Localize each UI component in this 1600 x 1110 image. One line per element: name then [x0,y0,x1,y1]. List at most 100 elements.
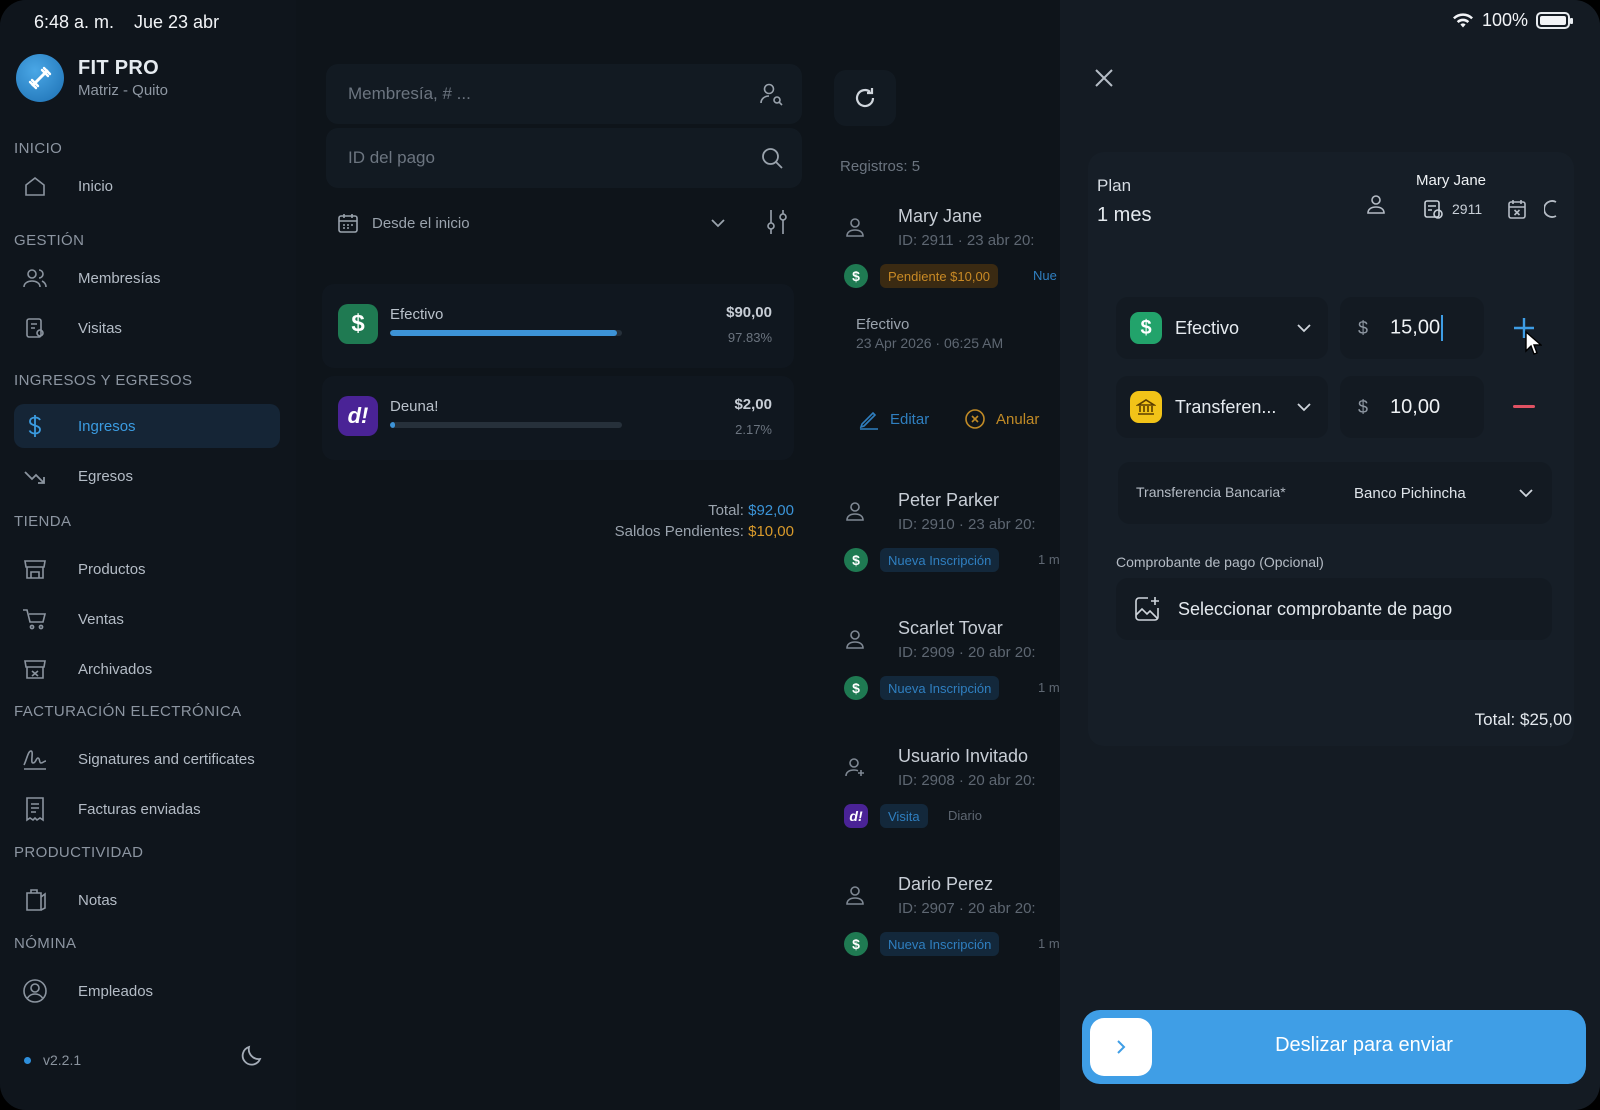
payment-method-summary-deuna: d! Deuna! $2,00 2.17% [322,376,794,460]
record-type-badge: Visita [880,804,928,828]
member-id-row: 2911 [1422,198,1482,220]
method-percent: 97.83% [727,330,772,345]
method-share-bar [390,330,622,336]
payment-method-select-2[interactable]: Transferen... [1116,376,1328,438]
section-facturacion: FACTURACIÓN ELECTRÓNICA [14,703,242,720]
status-dot [24,1056,31,1064]
add-image-icon [1135,597,1159,621]
payment-method-select-1[interactable]: $ Efectivo [1116,297,1328,359]
archive-store-icon [14,657,56,681]
summary-totals: Total: $92,00 Saldos Pendientes: $10,00 [480,502,794,540]
moon-icon[interactable] [238,1042,266,1075]
sidebar-item-label: Egresos [78,467,134,485]
text-caret [1441,315,1444,341]
sidebar-item-ventas[interactable]: Ventas [14,597,280,641]
sidebar-item-notas[interactable]: Notas [14,878,280,922]
slide-to-send[interactable]: Deslizar para enviar [1082,1010,1586,1084]
trend-down-icon [14,466,56,486]
employee-icon [14,978,56,1004]
history-icon[interactable] [1543,198,1560,225]
record-item-dario-perez[interactable]: Dario Perez ID: 2907 · 20 abr 20: $ Nuev… [838,870,1060,990]
sidebar-item-egresos[interactable]: Egresos [14,454,280,498]
home-icon [14,174,56,198]
user-icon [846,218,864,237]
status-date: Jue 23 abr [134,12,220,32]
sidebar-item-ingresos[interactable]: Ingresos [14,404,280,448]
record-item-scarlet-tovar[interactable]: Scarlet Tovar ID: 2909 · 20 abr 20: $ Nu… [838,614,1060,734]
record-item-peter-parker[interactable]: Peter Parker ID: 2910 · 23 abr 20: $ Nue… [838,486,1060,606]
record-type-badge: Nueva Inscripción [880,548,1000,572]
edit-button[interactable]: Editar [858,408,929,430]
sidebar-item-empleados[interactable]: Empleados [14,969,280,1013]
calendar-x-icon[interactable] [1506,198,1528,225]
status-right: 100% [1452,10,1573,31]
sidebar-item-membresias[interactable]: Membresías [14,256,280,300]
user-search-icon[interactable] [758,81,784,107]
battery-percent: 100% [1481,10,1528,30]
sidebar-item-facturas[interactable]: Facturas enviadas [14,787,280,831]
section-nomina: NÓMINA [14,935,77,952]
payment-id-input[interactable]: ID del pago [326,128,802,188]
bank-select-value: Banco Pichincha [1354,484,1466,502]
close-icon[interactable] [1092,66,1116,95]
record-id-date: ID: 2907 · 20 abr 20: [898,900,1036,917]
record-item-usuario-invitado[interactable]: Usuario Invitado ID: 2908 · 20 abr 20: d… [838,742,1060,862]
new-enrollment-badge: Nue [1033,268,1057,283]
user-icon [846,630,864,649]
payment-total: Total: $25,00 [1474,710,1572,729]
bank-icon [1130,391,1162,423]
method-name: Efectivo [390,306,444,323]
chevron-down-icon [711,219,725,228]
search-icon[interactable] [760,146,784,170]
select-receipt-button[interactable]: Seleccionar comprobante de pago [1116,578,1552,640]
record-plan: 1 m [1038,936,1060,951]
mouse-pointer-icon [1525,330,1542,355]
method-amount: $2,00 [734,396,772,413]
currency-symbol: $ [1358,317,1369,338]
void-button[interactable]: Anular [964,408,1039,430]
method-amount: $90,00 [726,304,772,321]
record-id-date: ID: 2909 · 20 abr 20: [898,644,1036,661]
filter-sliders-icon[interactable] [764,208,790,241]
cart-icon [14,607,56,631]
member-id: 2911 [1452,201,1483,217]
sidebar-item-productos[interactable]: Productos [14,547,280,591]
edit-label: Editar [890,410,930,428]
payment-amount-input-2[interactable]: $ 10,00 [1340,376,1484,438]
sidebar-item-signatures[interactable]: Signatures and certificates [14,737,280,781]
date-range-value: Desde el inicio [372,214,470,232]
sidebar: FIT PRO Matriz - Quito INICIO Inicio GES… [0,0,296,1110]
method-share-fill [390,422,396,428]
member-avatar-icon [1352,180,1400,228]
wifi-icon [1452,12,1473,27]
record-name: Usuario Invitado [898,746,1029,766]
receipt-label: Comprobante de pago (Opcional) [1116,554,1324,570]
cash-dollar-icon: $ [844,548,868,572]
sidebar-item-inicio[interactable]: Inicio [14,164,280,208]
payment-amount-input-1[interactable]: $ 15,00 [1340,297,1484,359]
payment-amount-value: 15,00 [1390,316,1441,339]
date-range-select[interactable]: Desde el inicio [336,202,728,244]
dumbbell-logo-icon [16,54,64,102]
remove-payment-button[interactable] [1498,384,1550,428]
sidebar-item-visitas[interactable]: Visitas [14,306,280,350]
chevron-down-icon [1297,324,1311,333]
payment-form-card [1088,152,1574,746]
chevron-down-icon [1519,489,1533,498]
cash-dollar-icon: $ [338,304,378,344]
signature-icon [14,747,56,771]
section-ingresos-egresos: INGRESOS Y EGRESOS [14,372,193,389]
membership-search-input[interactable]: Membresía, # ... [326,64,802,124]
user-plus-icon [845,758,864,777]
edit-pencil-icon [859,411,878,430]
app-version: v2.2.1 [24,1052,81,1068]
refresh-button[interactable] [834,70,896,126]
record-expanded-detail: Efectivo 23 Apr 2026 · 06:25 AM [856,316,1060,351]
bank-select[interactable]: Banco Pichincha [1340,462,1552,524]
record-item-mary-jane[interactable]: Mary Jane ID: 2911 · 23 abr 20: $ Pendie… [838,202,1060,322]
payment-method-summary-efectivo: $ Efectivo $90,00 97.83% [322,284,794,368]
sidebar-item-archivados[interactable]: Archivados [14,647,280,691]
plan-label: Plan [1097,176,1132,195]
sidebar-item-label: Signatures and certificates [78,750,255,768]
brand[interactable]: FIT PRO Matriz - Quito [16,54,168,102]
